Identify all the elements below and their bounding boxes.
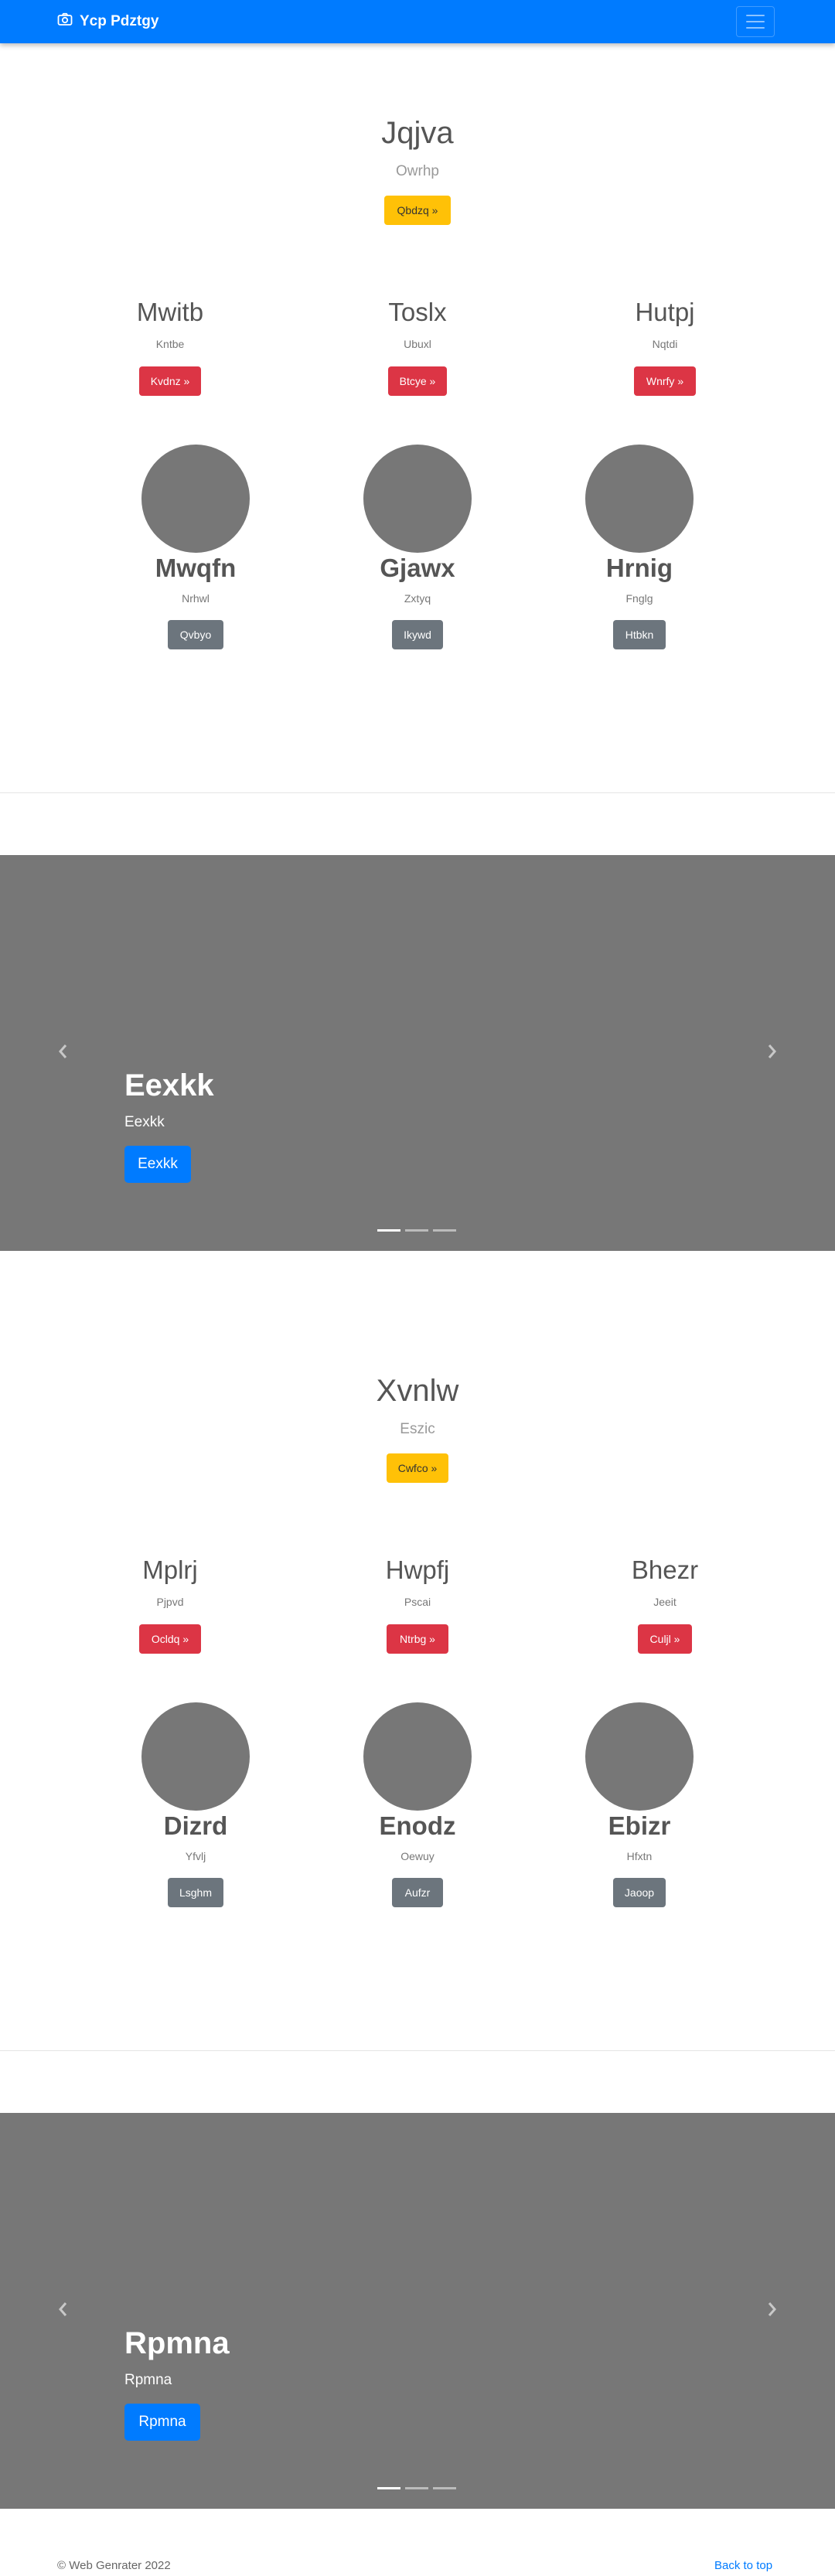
placeholder-circle-image [585, 445, 694, 553]
card-button[interactable]: Kvdnz » [139, 366, 201, 396]
hero-subtitle: Owrhp [396, 163, 439, 179]
chevron-left-icon [59, 1044, 67, 1058]
card-text: Pscai [404, 1596, 431, 1608]
placeholder-circle-image [363, 445, 472, 553]
placeholder-circle-image [585, 1702, 694, 1811]
placeholder-circle-image [141, 1702, 250, 1811]
hero-button[interactable]: Qbdzq » [384, 196, 451, 225]
carousel-subtitle: Rpmna [124, 2372, 172, 2388]
card-title: Bhezr [631, 1555, 699, 1584]
carousel-next-button[interactable] [761, 1036, 784, 1067]
circle-title: Mwqfn [155, 554, 237, 582]
card-text: Jeeit [653, 1596, 677, 1608]
circle-title: Ebizr [608, 1811, 671, 1840]
circle-button[interactable]: Qvbyo [168, 620, 223, 649]
section-divider [0, 2050, 835, 2051]
carousel-button[interactable]: Eexkk [124, 1146, 191, 1183]
circle-text: Fnglg [625, 592, 653, 605]
carousel-indicator[interactable] [377, 2487, 400, 2489]
circle-button[interactable]: Htbkn [613, 620, 666, 649]
card-text: Ubuxl [404, 338, 431, 350]
carousel-subtitle: Eexkk [124, 1114, 165, 1130]
camera-icon [57, 12, 73, 31]
card-title: Toslx [388, 298, 447, 326]
card-text: Kntbe [155, 338, 185, 350]
footer-copyright: © Web Genrater 2022 [57, 2559, 171, 2572]
circle-text: Zxtyq [404, 592, 431, 605]
carousel-indicator[interactable] [433, 2487, 456, 2489]
carousel-indicators [377, 2487, 456, 2489]
carousel-indicator[interactable] [377, 1229, 400, 1232]
circle-text: Yfvlj [185, 1850, 206, 1862]
carousel-prev-button[interactable] [51, 2294, 74, 2325]
chevron-left-icon [59, 2302, 67, 2316]
circle-title: Enodz [379, 1811, 456, 1840]
navbar-toggler-button[interactable] [736, 6, 775, 37]
carousel: Eexkk Eexkk Eexkk [0, 855, 835, 1251]
chevron-right-icon [768, 1044, 776, 1058]
circle-text: Oewuy [400, 1850, 435, 1862]
section-divider [0, 792, 835, 793]
card-title: Mplrj [142, 1555, 198, 1584]
circle-button[interactable]: Aufzr [392, 1878, 443, 1907]
placeholder-circle-image [141, 445, 250, 553]
carousel-indicator[interactable] [405, 2487, 428, 2489]
circle-button[interactable]: Jaoop [613, 1878, 666, 1907]
hamburger-icon [746, 15, 765, 16]
circle-title: Hrnig [605, 554, 673, 582]
carousel-indicator[interactable] [405, 1229, 428, 1232]
carousel-prev-button[interactable] [51, 1036, 74, 1067]
card-text: Nqtdi [652, 338, 678, 350]
back-to-top-link[interactable]: Back to top [714, 2559, 772, 2572]
carousel-button[interactable]: Rpmna [124, 2404, 200, 2441]
carousel-title: Eexkk [124, 1068, 214, 1102]
circle-title: Gjawx [380, 554, 455, 582]
card-button[interactable]: Culjl » [638, 1624, 692, 1654]
hero-button[interactable]: Cwfco » [387, 1453, 448, 1483]
card-title: Hutpj [635, 298, 695, 326]
card-text: Pjpvd [156, 1596, 184, 1608]
card-title: Hwpfj [385, 1555, 450, 1584]
hero-subtitle: Eszic [400, 1421, 435, 1437]
card-button[interactable]: Ntrbg » [387, 1624, 448, 1654]
carousel-indicators [377, 1229, 456, 1232]
hero-title: Xvnlw [376, 1374, 459, 1408]
circle-title: Dizrd [163, 1811, 228, 1840]
hero-title: Jqjva [381, 116, 454, 150]
circle-button[interactable]: Lsghm [168, 1878, 223, 1907]
card-button[interactable]: Wnrfy » [634, 366, 696, 396]
carousel-title: Rpmna [124, 2326, 230, 2360]
placeholder-circle-image [363, 1702, 472, 1811]
carousel-next-button[interactable] [761, 2294, 784, 2325]
circle-text: Hfxtn [626, 1850, 653, 1862]
carousel: Rpmna Rpmna Rpmna [0, 2113, 835, 2509]
page: Ycp Pdztgy Jqjva Owrhp Qbdzq » Mwitb Knt… [0, 0, 835, 2576]
brand-label: Ycp Pdztgy [80, 13, 159, 29]
carousel-indicator[interactable] [433, 1229, 456, 1232]
card-button[interactable]: Btcye » [388, 366, 447, 396]
card-title: Mwitb [136, 298, 204, 326]
circle-button[interactable]: Ikywd [392, 620, 443, 649]
card-button[interactable]: Ocldq » [139, 1624, 201, 1654]
chevron-right-icon [768, 2302, 776, 2316]
circle-text: Nrhwl [182, 592, 210, 605]
navbar-brand[interactable]: Ycp Pdztgy [57, 12, 158, 32]
navbar: Ycp Pdztgy [0, 0, 835, 43]
